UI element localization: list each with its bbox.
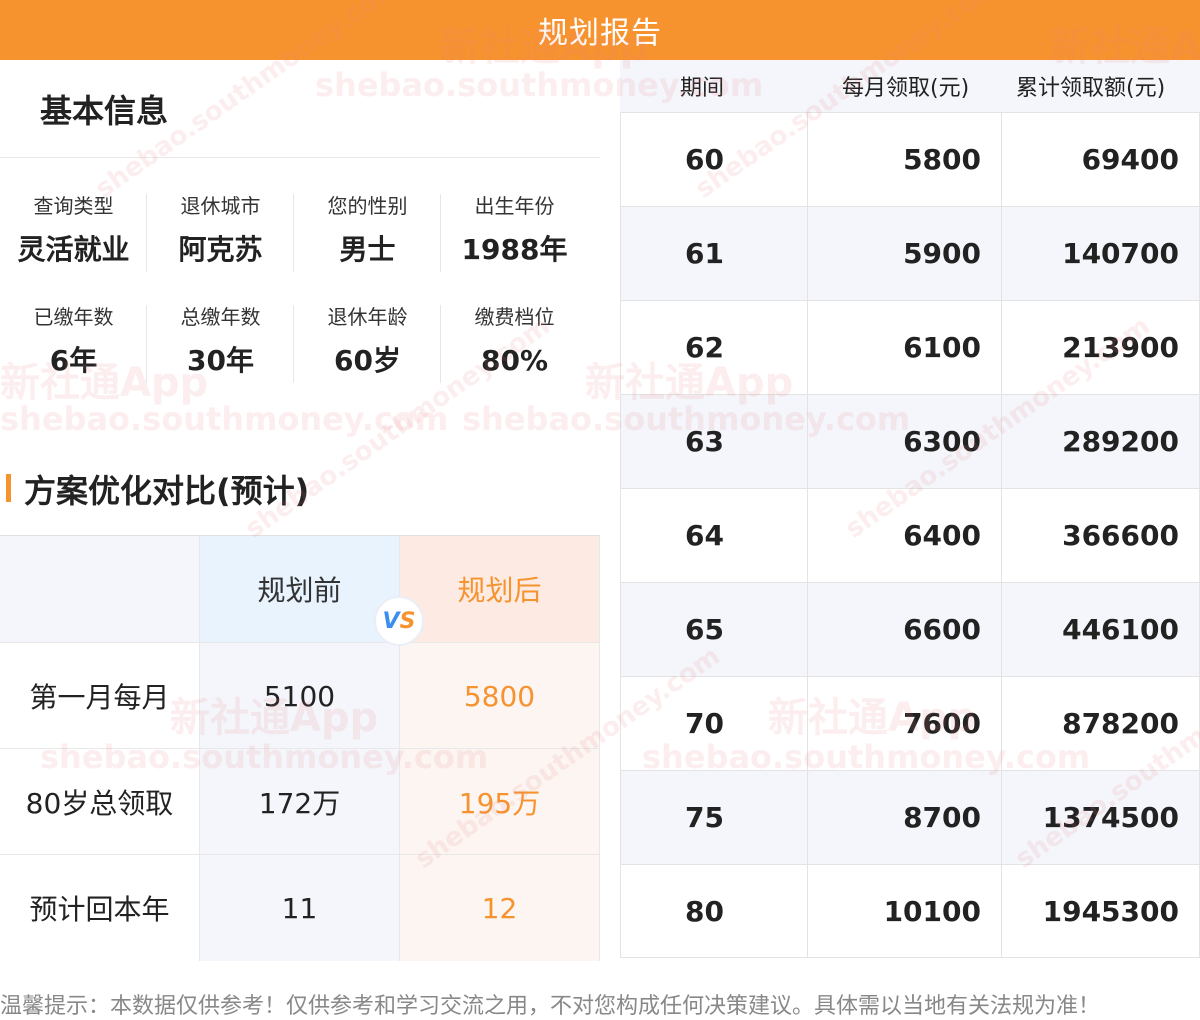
vs-v: V <box>382 608 400 634</box>
info-value: 灵活就业 <box>17 233 130 266</box>
before-value: 5100 <box>200 643 400 749</box>
table-row: 80岁总领取 172万 195万 <box>0 748 600 855</box>
info-value: 60岁 <box>334 344 401 377</box>
table-row: 61 5900 140700 <box>620 206 1200 300</box>
monthly-cell: 8700 <box>808 771 1002 864</box>
vs-s: S <box>399 608 416 634</box>
footer-notice: 温馨提示：本数据仅供参考！仅供参考和学习交流之用，不对您构成任何决策建议。具体需… <box>0 994 1101 1019</box>
report-title: 规划报告 <box>538 16 662 51</box>
table-row: 63 6300 289200 <box>620 394 1200 488</box>
info-retire-age: 退休年龄 60岁 <box>294 291 441 402</box>
info-retire-city: 退休城市 阿克苏 <box>147 180 294 291</box>
before-value: 172万 <box>200 749 400 855</box>
info-total-years: 总缴年数 30年 <box>147 291 294 402</box>
row-label: 80岁总领取 <box>0 749 200 855</box>
info-value: 30年 <box>187 344 254 377</box>
total-cell: 213900 <box>1002 301 1200 394</box>
row-label: 第一月每月 <box>0 643 200 749</box>
period-cell: 64 <box>620 489 808 582</box>
period-cell: 61 <box>620 207 808 300</box>
basic-info-title: 基本信息 <box>40 92 169 130</box>
report-header: 规划报告 <box>0 0 1200 60</box>
monthly-cell: 5800 <box>808 113 1002 206</box>
payout-table: 期间 每月领取(元) 累计领取额(元) 60 5800 69400 61 590… <box>620 60 1200 958</box>
period-cell: 75 <box>620 771 808 864</box>
comparison-table: 规划前 规划后 第一月每月 5100 5800 80岁总领取 172万 195万… <box>0 535 600 961</box>
info-label: 退休年龄 <box>327 305 408 329</box>
info-value: 男士 <box>339 233 396 266</box>
info-query-type: 查询类型 灵活就业 <box>0 180 147 291</box>
after-value: 5800 <box>400 643 600 749</box>
total-cell: 366600 <box>1002 489 1200 582</box>
info-label: 您的性别 <box>327 194 408 218</box>
monthly-cell: 6300 <box>808 395 1002 488</box>
monthly-cell: 5900 <box>808 207 1002 300</box>
info-value: 6年 <box>49 344 98 377</box>
monthly-cell: 6400 <box>808 489 1002 582</box>
period-cell: 80 <box>620 865 808 957</box>
table-row: 75 8700 1374500 <box>620 770 1200 864</box>
info-value: 80% <box>480 344 549 377</box>
total-cell: 289200 <box>1002 395 1200 488</box>
table-row: 65 6600 446100 <box>620 582 1200 676</box>
header-monthly: 每月领取(元) <box>842 76 970 101</box>
info-label: 总缴年数 <box>180 305 261 329</box>
comparison-header-blank <box>0 536 200 642</box>
after-header: 规划后 <box>400 536 600 642</box>
comparison-title: 方案优化对比(预计) <box>24 472 310 510</box>
before-header: 规划前 <box>200 536 400 642</box>
table-row: 62 6100 213900 <box>620 300 1200 394</box>
monthly-cell: 10100 <box>808 865 1002 957</box>
table-row: 60 5800 69400 <box>620 112 1200 206</box>
info-paid-years: 已缴年数 6年 <box>0 291 147 402</box>
vs-badge-icon: VS <box>374 596 424 646</box>
monthly-cell: 6600 <box>808 583 1002 676</box>
monthly-cell: 6100 <box>808 301 1002 394</box>
total-cell: 446100 <box>1002 583 1200 676</box>
info-label: 缴费档位 <box>474 305 555 329</box>
payout-table-header: 期间 每月领取(元) 累计领取额(元) <box>620 60 1200 112</box>
table-row: 80 10100 1945300 <box>620 864 1200 958</box>
info-label: 已缴年数 <box>33 305 114 329</box>
row-label: 预计回本年 <box>0 855 200 961</box>
info-label: 出生年份 <box>474 194 555 218</box>
period-cell: 60 <box>620 113 808 206</box>
monthly-cell: 7600 <box>808 677 1002 770</box>
total-cell: 1945300 <box>1002 865 1200 957</box>
period-cell: 70 <box>620 677 808 770</box>
info-payment-tier: 缴费档位 80% <box>441 291 588 402</box>
info-birth-year: 出生年份 1988年 <box>441 180 588 291</box>
header-period: 期间 <box>680 76 725 101</box>
total-cell: 69400 <box>1002 113 1200 206</box>
after-value: 12 <box>400 855 600 961</box>
basic-info-grid: 查询类型 灵活就业 退休城市 阿克苏 您的性别 男士 出生年份 1988年 已缴… <box>0 180 590 402</box>
table-row: 预计回本年 11 12 <box>0 854 600 961</box>
table-row: 64 6400 366600 <box>620 488 1200 582</box>
table-row: 第一月每月 5100 5800 <box>0 642 600 749</box>
info-value: 阿克苏 <box>178 233 263 266</box>
section-accent-bar <box>6 474 11 502</box>
period-cell: 62 <box>620 301 808 394</box>
info-label: 退休城市 <box>180 194 261 218</box>
header-total: 累计领取额(元) <box>1016 76 1166 101</box>
info-value: 1988年 <box>461 233 568 266</box>
table-row: 70 7600 878200 <box>620 676 1200 770</box>
period-cell: 63 <box>620 395 808 488</box>
after-value: 195万 <box>400 749 600 855</box>
total-cell: 140700 <box>1002 207 1200 300</box>
before-value: 11 <box>200 855 400 961</box>
period-cell: 65 <box>620 583 808 676</box>
info-gender: 您的性别 男士 <box>294 180 441 291</box>
watermark-url: shebao.southmoney.com <box>0 400 449 438</box>
total-cell: 878200 <box>1002 677 1200 770</box>
info-label: 查询类型 <box>33 194 114 218</box>
divider <box>0 157 600 158</box>
comparison-header-row: 规划前 规划后 <box>0 536 600 642</box>
total-cell: 1374500 <box>1002 771 1200 864</box>
